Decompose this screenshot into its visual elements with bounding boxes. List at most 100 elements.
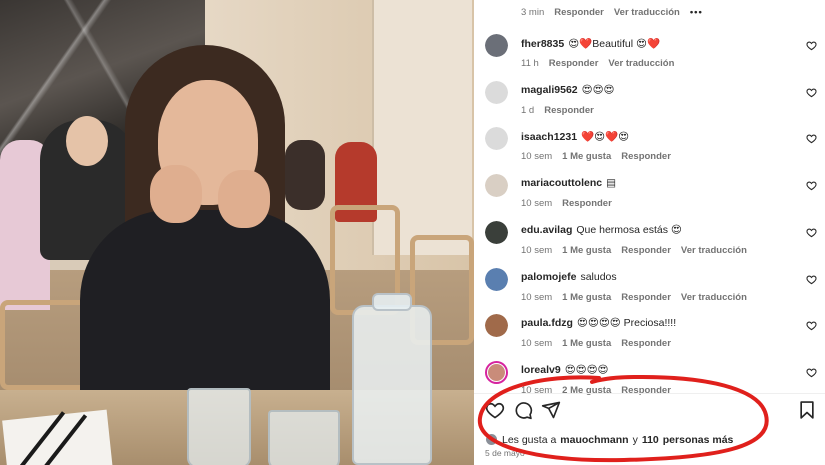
comment-username[interactable]: isaach1231 (521, 131, 577, 143)
comment-body: saludos (580, 270, 617, 283)
comment-text-line: isaach1231 ❤️😍❤️😍 (521, 130, 629, 143)
avatar[interactable] (485, 80, 508, 104)
comment-item: mariacouttolenc ▤ 10 sem Responder (474, 174, 825, 220)
hand (218, 170, 270, 228)
water-glass (268, 410, 340, 465)
comment-username[interactable]: edu.avilag (521, 224, 572, 236)
comment-time: 10 sem (521, 244, 553, 256)
comment-item: isaach1231 ❤️😍❤️😍 10 sem 1 Me gusta Responde… (474, 127, 825, 173)
avatar[interactable] (485, 267, 508, 291)
likes-prefix: Les gusta a (502, 433, 557, 446)
likes-connector: y (632, 433, 638, 446)
comment-meta: 1 d Responder (521, 105, 594, 116)
avatar[interactable] (485, 174, 508, 198)
comment-meta: 10 sem 2 Me gusta Responder (521, 385, 671, 396)
comment-time: 10 sem (521, 198, 553, 210)
comment-text-line: edu.avilag Que hermosa estás 😍 (521, 224, 682, 236)
comment-like-heart-icon[interactable] (806, 40, 817, 51)
heart-icon[interactable] (485, 400, 505, 420)
translate-link[interactable]: Ver traducción (614, 7, 680, 18)
comment-body: Que hermosa estás 😍 (576, 223, 682, 236)
comment-likes[interactable]: 1 Me gusta (562, 151, 611, 162)
comment-item: magali9562 😍😍😍 1 d Responder (474, 80, 825, 127)
comment-time: 3 min (521, 7, 545, 18)
comment-text-line: magali9562 😍😍😍 (521, 84, 614, 96)
hand (150, 165, 202, 223)
comment-username[interactable]: mariacouttolenc (521, 177, 602, 189)
comment-meta: 11 h Responder Ver traducción (521, 58, 674, 69)
liker-username[interactable]: mauochmann (560, 434, 628, 446)
reply-link[interactable]: Responder (621, 338, 671, 349)
comment-like-heart-icon[interactable] (806, 227, 817, 238)
avatar[interactable] (485, 220, 508, 244)
comment-body: 😍❤️Beautiful 😍❤️ (568, 38, 661, 50)
comment-username[interactable]: lorealv9 (521, 364, 561, 376)
comment-username[interactable]: magali9562 (521, 84, 578, 96)
translate-link[interactable]: Ver traducción (608, 58, 674, 69)
translate-link[interactable]: Ver traducción (681, 245, 747, 256)
comment-text-line: fher8835 😍❤️Beautiful 😍❤️ (521, 37, 660, 50)
comment-time: 10 sem (521, 338, 553, 350)
comment-item: palomojefe saludos 10 sem 1 Me gusta Respond… (474, 267, 825, 314)
translate-link[interactable]: Ver traducción (681, 292, 747, 303)
comment-like-heart-icon[interactable] (806, 180, 817, 191)
comment-item: edu.avilag Que hermosa estás 😍 10 sem 1 Me … (474, 220, 825, 267)
comment-meta: 10 sem 1 Me gusta Responder (521, 338, 671, 349)
more-icon[interactable]: ••• (690, 7, 703, 18)
comment-likes[interactable]: 2 Me gusta (562, 385, 611, 396)
comment-username[interactable]: fher8835 (521, 38, 564, 50)
comment-time: 10 sem (521, 151, 553, 163)
comment-username[interactable]: palomojefe (521, 271, 576, 283)
comment-text-line: lorealv9 😍😍😍😍 (521, 364, 609, 376)
avatar[interactable] (485, 314, 508, 338)
send-icon[interactable] (541, 400, 561, 420)
comment-time: 10 sem (521, 291, 553, 303)
reply-link[interactable]: Responder (554, 7, 604, 18)
avatar[interactable] (485, 360, 508, 384)
comment-body: 😍😍😍😍 Preciosa!!!! (576, 317, 677, 330)
likes-summary[interactable]: Les gusta a mauochmann y 110 personas má… (485, 433, 733, 446)
reply-link[interactable]: Responder (621, 245, 671, 256)
water-bottle (352, 293, 432, 465)
comment-time: 1 d (521, 104, 535, 116)
bookmark-icon[interactable] (797, 400, 817, 420)
reply-link[interactable]: Responder (562, 198, 612, 209)
comment-item: paula.fdzg 😍😍😍😍 Preciosa!!!! 10 sem 1 Me gu… (474, 314, 825, 360)
previous-comment-meta: 3 min Responder Ver traducción ••• (521, 7, 703, 18)
comment-like-heart-icon[interactable] (806, 133, 817, 144)
background-person (285, 140, 325, 210)
comment-icon[interactable] (513, 400, 533, 420)
comment-body: ▤ (606, 177, 617, 190)
comment-username[interactable]: paula.fdzg (521, 317, 573, 329)
comment-like-heart-icon[interactable] (806, 320, 817, 331)
comment-like-heart-icon[interactable] (806, 274, 817, 285)
liker-avatar (485, 433, 498, 446)
avatar[interactable] (485, 34, 508, 57)
comment-body: 😍😍😍 (581, 83, 615, 96)
reply-link[interactable]: Responder (621, 292, 671, 303)
comment-likes[interactable]: 1 Me gusta (562, 338, 611, 349)
post-photo (0, 0, 474, 465)
reply-link[interactable]: Responder (621, 385, 671, 396)
water-glass (187, 388, 251, 465)
comment-text-line: paula.fdzg 😍😍😍😍 Preciosa!!!! (521, 317, 676, 329)
comment-likes[interactable]: 1 Me gusta (562, 245, 611, 256)
likes-suffix[interactable]: personas más (663, 434, 734, 446)
comment-body: ❤️😍❤️😍 (581, 131, 630, 144)
comment-text-line: mariacouttolenc ▤ (521, 177, 616, 189)
comment-likes[interactable]: 1 Me gusta (562, 292, 611, 303)
comment-time: 11 h (521, 58, 539, 69)
reply-link[interactable]: Responder (549, 58, 599, 69)
comments-panel: 3 min Responder Ver traducción ••• fher8… (474, 0, 825, 465)
likes-count[interactable]: 110 (642, 434, 659, 446)
comment-time: 10 sem (521, 384, 553, 396)
comment-like-heart-icon[interactable] (806, 87, 817, 98)
comment-item: fher8835 😍❤️Beautiful 😍❤️ 11 h Responder Ver… (474, 34, 825, 80)
comment-like-heart-icon[interactable] (806, 367, 817, 378)
avatar[interactable] (485, 127, 508, 151)
reply-link[interactable]: Responder (621, 151, 671, 162)
comment-meta: 10 sem Responder (521, 198, 612, 209)
reply-link[interactable]: Responder (544, 105, 594, 116)
divider (474, 393, 825, 394)
comment-meta: 10 sem 1 Me gusta Responder Ver traducción (521, 245, 747, 256)
